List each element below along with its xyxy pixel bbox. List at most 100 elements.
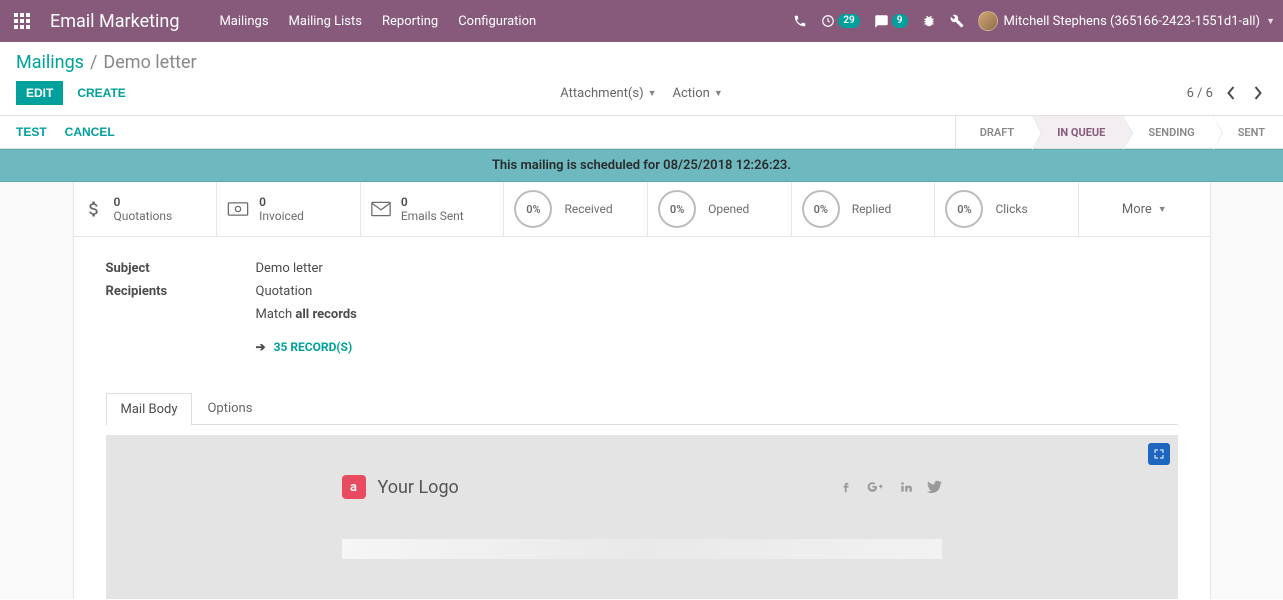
facebook-icon[interactable] [839,480,853,494]
google-plus-icon[interactable] [867,480,885,494]
stat-quotations-val: 0 [114,195,173,209]
nav-configuration[interactable]: Configuration [458,14,536,29]
stat-opened-label: Opened [708,202,749,216]
cancel-button[interactable]: CANCEL [65,125,115,139]
gauge-received: 0% [514,190,552,228]
pager-next[interactable] [1250,84,1267,102]
schedule-banner: This mailing is scheduled for 08/25/2018… [0,149,1283,182]
status-bar: TEST CANCEL DRAFT IN QUEUE SENDING SENT [0,115,1283,149]
pager-prev[interactable] [1223,84,1240,102]
pager-text: 6 / 6 [1187,86,1213,101]
stat-emails-val: 0 [401,195,464,209]
clock-icon[interactable]: 29 [821,14,859,28]
stat-replied-label: Replied [852,202,891,216]
form-sheet: 0 Quotations 0 Invoiced 0 Emails Sent [73,182,1211,599]
gauge-opened: 0% [658,190,696,228]
form-body: Subject Demo letter Recipients Quotation… [74,237,1210,364]
avatar [978,11,998,31]
linkedin-icon[interactable] [899,480,913,494]
arrow-right-icon: ➔ [256,340,266,354]
edit-button[interactable]: EDIT [16,81,63,105]
nav-menu: Mailings Mailing Lists Reporting Configu… [219,14,536,29]
logo-square: a [342,475,366,499]
expand-button[interactable] [1148,443,1170,465]
clock-badge: 29 [838,14,859,28]
subject-label: Subject [106,261,256,276]
stat-invoiced-val: 0 [259,195,304,209]
stat-row: 0 Quotations 0 Invoiced 0 Emails Sent [74,182,1210,237]
stat-emails-label: Emails Sent [401,209,464,223]
apps-icon[interactable] [8,7,36,35]
pager: 6 / 6 [1187,84,1267,102]
status-draft[interactable]: DRAFT [955,116,1032,148]
stat-emails[interactable]: 0 Emails Sent [361,182,505,236]
recipients-value: Quotation [256,284,313,299]
top-nav: Email Marketing Mailings Mailing Lists R… [0,0,1283,42]
stat-invoiced-label: Invoiced [259,209,304,223]
bug-icon[interactable] [922,14,936,28]
stat-opened[interactable]: 0% Opened [648,182,792,236]
records-count[interactable]: 35 RECORD(S) [274,340,353,354]
chat-badge: 9 [892,14,908,28]
logo-text: Your Logo [378,477,459,498]
subject-value: Demo letter [256,261,323,276]
action-label: Action [673,86,710,101]
breadcrumb-current: Demo letter [103,52,196,73]
tab-options[interactable]: Options [192,392,267,424]
more-label: More [1122,202,1152,217]
status-in-queue[interactable]: IN QUEUE [1032,116,1123,148]
wrench-icon[interactable] [950,14,964,28]
social-row [839,480,942,494]
caret-down-icon: ▼ [714,88,723,99]
status-sent[interactable]: SENT [1213,116,1283,148]
app-title[interactable]: Email Marketing [50,11,179,32]
test-button[interactable]: TEST [16,125,47,139]
stat-clicks[interactable]: 0% Clicks [935,182,1079,236]
gauge-clicks: 0% [945,190,983,228]
caret-down-icon: ▼ [1266,16,1275,27]
caret-down-icon: ▼ [1158,204,1167,215]
user-menu[interactable]: Mitchell Stephens (365166-2423-1551d1-al… [978,11,1276,31]
breadcrumb-sep: / [90,52,97,73]
recipients-label: Recipients [106,284,256,299]
stat-clicks-label: Clicks [995,202,1027,216]
gauge-replied: 0% [802,190,840,228]
match-bold: all records [295,307,356,322]
stat-invoiced[interactable]: 0 Invoiced [217,182,361,236]
stat-more[interactable]: More ▼ [1079,182,1209,236]
control-buttons: EDIT CREATE Attachment(s) ▼ Action ▼ 6 /… [0,75,1283,115]
mail-header: a Your Logo [342,475,942,499]
status-sending[interactable]: SENDING [1123,116,1212,148]
envelope-icon [371,201,391,217]
tab-mail-body[interactable]: Mail Body [106,393,193,425]
nav-reporting[interactable]: Reporting [382,14,438,29]
breadcrumb: Mailings / Demo letter [0,42,1283,75]
phone-icon[interactable] [793,14,807,28]
mail-canvas: a Your Logo [106,435,1178,599]
nav-mailings[interactable]: Mailings [219,14,268,29]
stat-received[interactable]: 0% Received [504,182,648,236]
user-name: Mitchell Stephens (365166-2423-1551d1-al… [1004,14,1261,29]
stat-received-label: Received [564,202,612,216]
tabs: Mail Body Options [106,392,1178,425]
breadcrumb-root[interactable]: Mailings [16,52,84,73]
attachments-dropdown[interactable]: Attachment(s) ▼ [560,86,656,101]
money-icon [227,202,249,216]
logo-block: a Your Logo [342,475,459,499]
mail-hero-image [342,539,942,559]
create-button[interactable]: CREATE [77,86,125,100]
match-row: Match all records [256,307,1178,322]
stat-quotations-label: Quotations [114,209,173,223]
attachments-label: Attachment(s) [560,86,643,101]
dollar-icon [84,199,104,219]
stat-replied[interactable]: 0% Replied [792,182,936,236]
nav-mailing-lists[interactable]: Mailing Lists [289,14,362,29]
action-dropdown[interactable]: Action ▼ [673,86,723,101]
caret-down-icon: ▼ [648,88,657,99]
stat-quotations[interactable]: 0 Quotations [74,182,218,236]
mail-body-wrap: a Your Logo [106,425,1178,599]
records-link[interactable]: ➔ 35 RECORD(S) [256,340,1178,354]
twitter-icon[interactable] [927,480,942,494]
chat-icon[interactable]: 9 [874,14,908,29]
match-prefix: Match [256,307,296,322]
